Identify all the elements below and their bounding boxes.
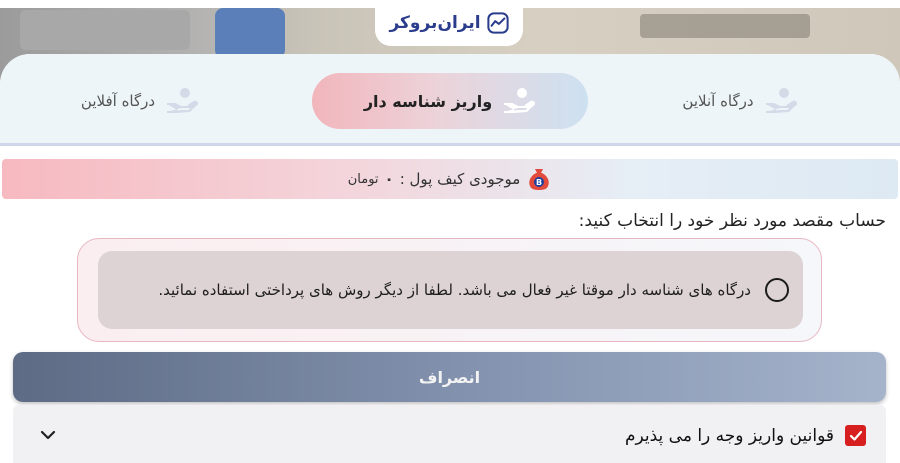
hand-coin-icon bbox=[167, 88, 199, 113]
tab-label: واریز شناسه دار bbox=[363, 91, 493, 111]
tab-label: درگاه آنلاین bbox=[682, 92, 754, 110]
hand-coin-icon bbox=[765, 88, 797, 113]
wallet-value: ۰ bbox=[384, 170, 394, 188]
rules-checkbox[interactable] bbox=[845, 425, 866, 446]
payment-tabs: درگاه آنلاین واریز شناسه دار درگاه آفلای… bbox=[0, 54, 900, 146]
option-message: درگاه های شناسه دار موقتا غیر فعال می با… bbox=[158, 281, 751, 299]
cancel-button[interactable]: انصراف bbox=[13, 352, 886, 402]
tab-label: درگاه آفلاین bbox=[80, 92, 156, 110]
rules-label: قوانین واریز وجه را می پذیرم bbox=[624, 426, 834, 446]
tab-online-gateway[interactable]: درگاه آنلاین bbox=[640, 73, 840, 129]
hand-coin-icon bbox=[504, 88, 536, 113]
wallet-balance: B موجودی کیف پول : ۰ تومان bbox=[2, 159, 898, 199]
chevron-down-icon[interactable] bbox=[39, 429, 57, 441]
payment-modal: درگاه آنلاین واریز شناسه دار درگاه آفلای… bbox=[0, 54, 900, 463]
rules-accordion[interactable]: قوانین واریز وجه را می پذیرم bbox=[13, 405, 886, 463]
chart-line-icon bbox=[486, 12, 509, 34]
tab-offline-gateway[interactable]: درگاه آفلاین bbox=[60, 73, 220, 129]
account-option-list: درگاه های شناسه دار موقتا غیر فعال می با… bbox=[77, 238, 822, 342]
background-image bbox=[215, 8, 285, 58]
tab-id-deposit[interactable]: واریز شناسه دار bbox=[312, 73, 588, 129]
background-heading bbox=[640, 14, 810, 38]
destination-account-label: حساب مقصد مورد نظر خود را انتخاب کنید: bbox=[578, 211, 886, 231]
check-icon bbox=[849, 430, 862, 441]
account-option[interactable]: درگاه های شناسه دار موقتا غیر فعال می با… bbox=[98, 251, 803, 329]
wallet-label: موجودی کیف پول : bbox=[399, 170, 521, 188]
money-bag-icon: B bbox=[529, 169, 550, 190]
brand-logo[interactable]: ایران‌بروکر bbox=[375, 0, 523, 46]
brand-name: ایران‌بروکر bbox=[389, 13, 481, 33]
wallet-unit: تومان bbox=[347, 171, 379, 187]
svg-text:B: B bbox=[536, 178, 542, 187]
background-card bbox=[20, 10, 190, 50]
option-radio[interactable] bbox=[765, 278, 789, 302]
